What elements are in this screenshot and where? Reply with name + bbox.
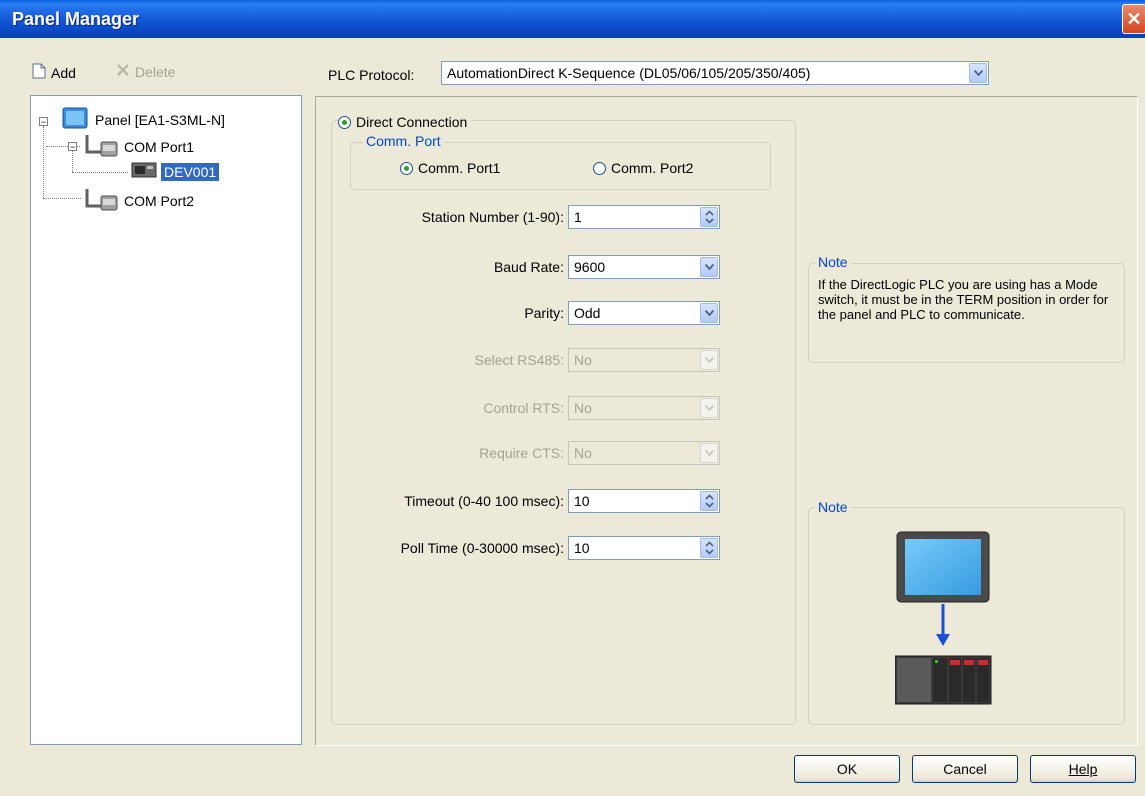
chevron-down-icon xyxy=(700,398,718,418)
station-number-spinner[interactable]: 1 xyxy=(568,205,720,229)
radio-selected-icon xyxy=(338,115,351,129)
poll-time-label: Poll Time (0-30000 msec): xyxy=(400,540,564,556)
collapse-panel-icon[interactable]: − xyxy=(39,117,48,127)
note-text: If the DirectLogic PLC you are using has… xyxy=(818,277,1109,322)
select-rs485-label: Select RS485: xyxy=(474,352,565,368)
add-label: Add xyxy=(51,64,76,81)
note-title: Note xyxy=(815,254,851,270)
radio-unselected-icon xyxy=(593,161,606,175)
chevron-down-icon xyxy=(969,63,987,83)
plc-protocol-select[interactable]: AutomationDirect K-Sequence (DL05/06/105… xyxy=(441,61,989,85)
select-rs485-select[interactable]: No xyxy=(568,348,720,372)
parity-select[interactable]: Odd xyxy=(568,301,720,325)
panel-plc-diagram-icon xyxy=(894,530,995,720)
spin-up-down-icon[interactable] xyxy=(700,491,718,511)
title-bar[interactable]: Panel Manager ✕ xyxy=(0,0,1145,38)
baud-rate-select[interactable]: 9600 xyxy=(568,255,720,279)
tree-item-com-port1[interactable]: COM Port1 xyxy=(83,132,194,161)
chevron-down-icon xyxy=(700,350,718,370)
baud-rate-label: Baud Rate: xyxy=(493,259,564,275)
panel-label: Panel [EA1-S3ML-N] xyxy=(95,111,225,128)
station-number-label: Station Number (1-90): xyxy=(421,209,564,225)
baud-rate-value: 9600 xyxy=(574,259,606,275)
collapse-port1-icon[interactable]: − xyxy=(68,142,77,152)
com-port1-label: COM Port1 xyxy=(124,138,195,155)
close-icon: ✕ xyxy=(1126,9,1142,29)
com-port2-label: COM Port2 xyxy=(124,192,195,209)
delete-x-icon xyxy=(116,63,130,80)
tree-item-panel[interactable]: Panel [EA1-S3ML-N] xyxy=(62,106,225,133)
chevron-down-icon xyxy=(700,303,718,323)
com-port-icon xyxy=(83,132,119,161)
require-cts-select[interactable]: No xyxy=(568,441,720,465)
plc-protocol-label: PLC Protocol: xyxy=(328,67,415,83)
chevron-down-icon xyxy=(700,443,718,463)
dev001-label: DEV001 xyxy=(161,162,220,181)
tree-item-com-port2[interactable]: COM Port2 xyxy=(83,186,194,215)
chevron-down-icon xyxy=(700,257,718,277)
require-cts-value: No xyxy=(574,445,592,461)
add-button[interactable]: Add xyxy=(32,63,76,82)
delete-button[interactable]: Delete xyxy=(116,63,175,80)
new-document-icon xyxy=(32,63,46,82)
require-cts-label: Require CTS: xyxy=(479,445,564,461)
panel-icon xyxy=(62,106,90,133)
direct-connection-label: Direct Connection xyxy=(356,114,468,130)
device-icon xyxy=(131,161,157,182)
timeout-value: 10 xyxy=(574,493,590,509)
ok-button[interactable]: OK xyxy=(794,755,900,783)
parity-label: Parity: xyxy=(524,305,564,321)
comm-port2-radio[interactable]: Comm. Port2 xyxy=(593,160,693,176)
parity-value: Odd xyxy=(574,305,601,321)
diagram-note-title: Note xyxy=(815,499,851,515)
comm-port2-label: Comm. Port2 xyxy=(611,160,694,176)
comm-port1-label: Comm. Port1 xyxy=(418,160,501,176)
direct-connection-radio[interactable]: Direct Connection xyxy=(338,114,472,130)
timeout-spinner[interactable]: 10 xyxy=(568,489,720,513)
comm-port-group-title: Comm. Port xyxy=(363,133,444,149)
com-port-icon xyxy=(83,186,119,215)
poll-time-value: 10 xyxy=(574,540,590,556)
timeout-label: Timeout (0-40 100 msec): xyxy=(404,493,564,509)
panel-manager-window: Panel Manager ✕ Add Delete − Panel [EA1-… xyxy=(0,0,1145,796)
spin-up-down-icon[interactable] xyxy=(700,538,718,558)
tree-item-dev001[interactable]: DEV001 xyxy=(131,161,220,182)
cancel-button[interactable]: Cancel xyxy=(912,755,1018,783)
select-rs485-value: No xyxy=(574,352,592,368)
help-button[interactable]: Help xyxy=(1030,755,1136,783)
radio-selected-icon xyxy=(400,161,413,175)
plc-protocol-value: AutomationDirect K-Sequence (DL05/06/105… xyxy=(447,65,811,81)
close-button[interactable]: ✕ xyxy=(1122,4,1145,34)
device-tree[interactable]: − Panel [EA1-S3ML-N] − COM Port1 DEV001 … xyxy=(30,95,302,745)
control-rts-label: Control RTS: xyxy=(483,400,564,416)
poll-time-spinner[interactable]: 10 xyxy=(568,536,720,560)
control-rts-value: No xyxy=(574,400,592,416)
comm-port1-radio[interactable]: Comm. Port1 xyxy=(400,160,500,176)
control-rts-select[interactable]: No xyxy=(568,396,720,420)
spin-up-down-icon[interactable] xyxy=(700,207,718,227)
station-number-value: 1 xyxy=(574,209,582,225)
delete-label: Delete xyxy=(135,63,176,80)
window-title: Panel Manager xyxy=(12,9,140,29)
